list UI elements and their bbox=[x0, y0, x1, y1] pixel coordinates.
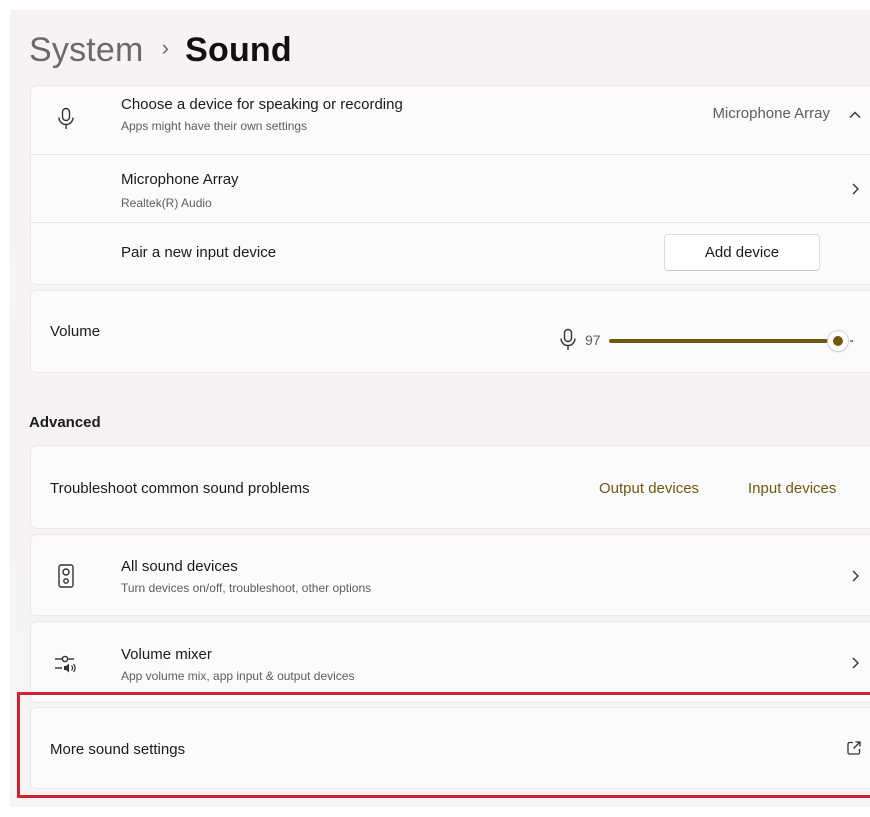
page-title: Sound bbox=[185, 30, 292, 69]
pair-input-device-label: Pair a new input device bbox=[121, 244, 277, 261]
breadcrumb-separator: › bbox=[161, 35, 170, 60]
input-device-card: Choose a device for speaking or recordin… bbox=[30, 85, 870, 285]
device-name: Microphone Array bbox=[121, 171, 239, 188]
chevron-up-icon[interactable] bbox=[848, 108, 862, 122]
all-sound-devices-card[interactable]: All sound devices Turn devices on/off, t… bbox=[30, 534, 870, 616]
volume-microphone-icon bbox=[558, 328, 578, 354]
troubleshoot-label: Troubleshoot common sound problems bbox=[50, 480, 310, 497]
troubleshoot-card: Troubleshoot common sound problems Outpu… bbox=[30, 445, 870, 529]
speaker-icon bbox=[51, 561, 81, 591]
add-device-button[interactable]: Add device bbox=[664, 234, 820, 271]
volume-mixer-title: Volume mixer bbox=[121, 646, 212, 663]
breadcrumb: System › Sound bbox=[29, 28, 292, 72]
volume-mixer-subtitle: App volume mix, app input & output devic… bbox=[121, 669, 355, 683]
pair-input-device-row: Pair a new input device Add device bbox=[31, 222, 870, 284]
all-sound-devices-title: All sound devices bbox=[121, 558, 238, 575]
breadcrumb-system-link[interactable]: System bbox=[29, 31, 144, 70]
volume-slider-thumb-fill bbox=[833, 336, 843, 346]
input-device-title: Choose a device for speaking or recordin… bbox=[121, 96, 403, 113]
input-devices-link[interactable]: Input devices bbox=[748, 480, 836, 497]
selected-input-device: Microphone Array bbox=[712, 105, 830, 122]
chevron-right-icon bbox=[848, 656, 862, 670]
volume-slider-thumb[interactable] bbox=[828, 331, 848, 351]
volume-slider-track[interactable] bbox=[609, 339, 837, 343]
more-sound-settings-label: More sound settings bbox=[50, 741, 186, 758]
output-devices-link[interactable]: Output devices bbox=[599, 480, 699, 497]
device-driver: Realtek(R) Audio bbox=[121, 196, 212, 210]
volume-value: 97 bbox=[585, 332, 601, 348]
chevron-right-icon bbox=[848, 182, 862, 196]
advanced-heading: Advanced bbox=[29, 414, 101, 431]
input-device-header-row[interactable]: Choose a device for speaking or recordin… bbox=[31, 86, 870, 154]
chevron-right-icon bbox=[848, 569, 862, 583]
input-volume-card: Volume bbox=[30, 290, 870, 373]
microphone-icon bbox=[51, 106, 81, 132]
more-sound-settings-card[interactable]: More sound settings bbox=[30, 707, 870, 789]
volume-label: Volume bbox=[50, 323, 101, 340]
all-sound-devices-subtitle: Turn devices on/off, troubleshoot, other… bbox=[121, 581, 372, 595]
settings-page: System › Sound Choose a device for speak… bbox=[10, 10, 870, 807]
microphone-array-row[interactable]: Microphone Array Realtek(R) Audio bbox=[31, 154, 870, 222]
volume-slider-remaining bbox=[850, 340, 853, 342]
input-device-subtitle: Apps might have their own settings bbox=[121, 119, 308, 133]
volume-mixer-card[interactable]: Volume mixer App volume mix, app input &… bbox=[30, 621, 870, 703]
volume-mixer-icon bbox=[51, 648, 81, 678]
open-external-icon bbox=[846, 740, 862, 756]
